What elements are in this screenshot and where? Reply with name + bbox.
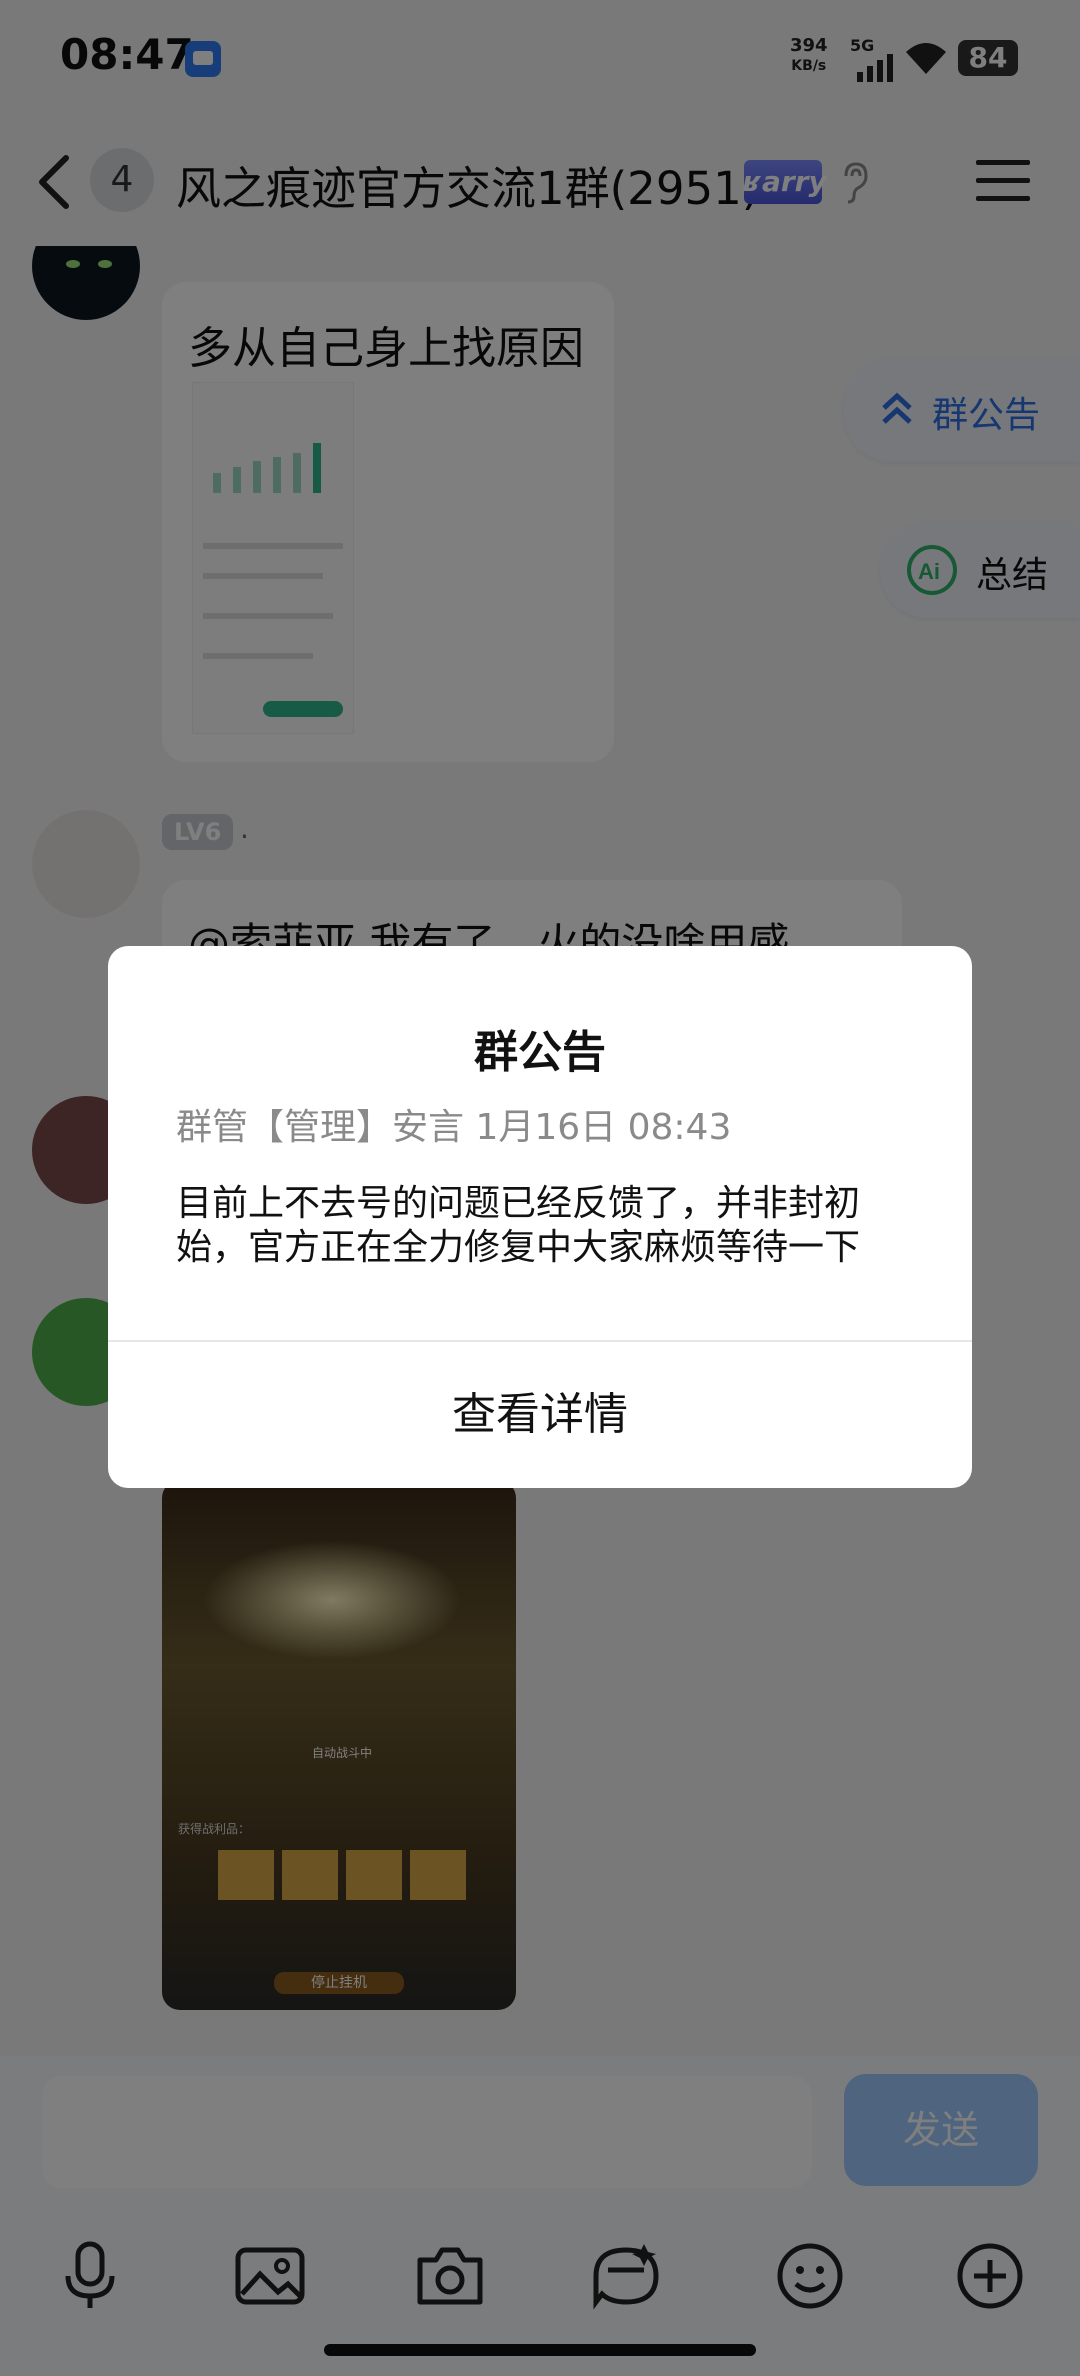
dialog-meta: 群管【管理】安言 1月16日 08:43 (176, 1107, 732, 1148)
dialog-body: 目前上不去号的问题已经反馈了，并非封初始，官方正在全力修复中大家麻烦等待一下 (176, 1183, 861, 1268)
announcement-dialog: 群公告 群管【管理】安言 1月16日 08:43 目前上不去号的问题已经反馈了，… (108, 946, 972, 1488)
dialog-title: 群公告 (474, 1027, 606, 1078)
view-details-button[interactable]: 查看详情 (108, 1342, 972, 1488)
